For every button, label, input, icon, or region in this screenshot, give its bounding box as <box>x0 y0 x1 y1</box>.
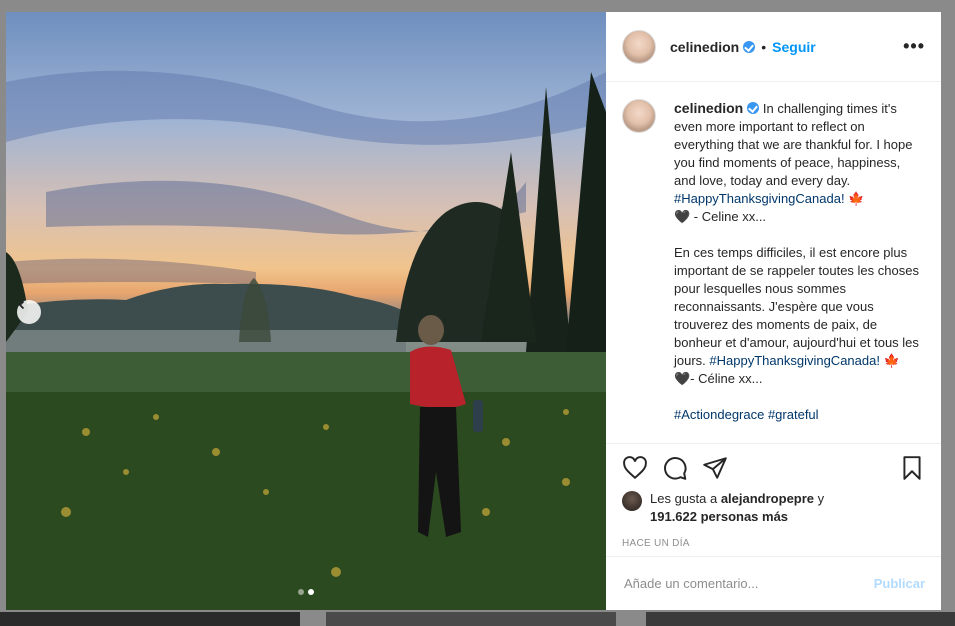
carousel-indicator <box>298 589 314 595</box>
share-icon[interactable] <box>702 455 728 481</box>
caption-text: celinedion In challenging times it's eve… <box>674 99 919 424</box>
verified-icon <box>743 40 756 53</box>
chevron-left-icon <box>18 300 25 310</box>
separator-dot: • <box>761 38 767 55</box>
carousel-dot <box>298 589 304 595</box>
bookmark-icon[interactable] <box>899 455 925 481</box>
actions-section: Les gusta a alejandropepre y 191.622 per… <box>606 443 941 549</box>
likes-summary: Les gusta a alejandropepre y 191.622 per… <box>606 482 941 526</box>
hashtag-link[interactable]: #HappyThanksgivingCanada! <box>674 191 845 206</box>
caption: celinedion In challenging times it's eve… <box>622 99 925 424</box>
carousel-prev-button[interactable] <box>17 300 41 324</box>
comment-icon[interactable] <box>662 455 688 481</box>
likes-suffix: y <box>814 491 825 506</box>
liker-avatar[interactable] <box>622 491 642 511</box>
post-modal: celinedion • Seguir ••• celinedion In ch… <box>6 12 941 610</box>
post-sidebar: celinedion • Seguir ••• celinedion In ch… <box>606 12 941 610</box>
author-username[interactable]: celinedion <box>670 39 739 55</box>
comments-section[interactable]: celinedion In challenging times it's eve… <box>606 83 941 443</box>
verified-icon <box>747 102 760 114</box>
caption-avatar[interactable] <box>622 99 656 133</box>
post-header: celinedion • Seguir ••• <box>606 12 941 82</box>
liker-username[interactable]: alejandropepre <box>721 491 814 506</box>
action-bar <box>606 444 941 482</box>
avatar[interactable] <box>622 29 656 64</box>
hashtag-link[interactable]: #HappyThanksgivingCanada! <box>709 353 880 368</box>
caption-text-fr: En ces temps difficiles, il est encore p… <box>674 245 919 368</box>
comment-bar: Publicar <box>606 556 941 610</box>
caption-signoff-en: 🖤 - Celine xx... <box>674 209 767 224</box>
caption-username[interactable]: celinedion <box>674 100 743 116</box>
follow-button[interactable]: Seguir <box>772 39 816 55</box>
thumbnail[interactable] <box>0 612 300 626</box>
carousel-dot-active <box>308 589 314 595</box>
background-thumbnails <box>0 612 955 626</box>
likes-count[interactable]: 191.622 personas más <box>650 509 788 524</box>
maple-leaf-emoji: 🍁 <box>844 191 865 206</box>
post-timestamp[interactable]: HACE UN DÍA <box>606 526 941 549</box>
landscape-illustration <box>6 70 606 610</box>
thumbnail[interactable] <box>326 612 616 626</box>
likes-text: Les gusta a alejandropepre y 191.622 per… <box>650 490 824 526</box>
hashtag-links[interactable]: #Actiondegrace #grateful <box>674 407 819 422</box>
thumbnail[interactable] <box>646 612 955 626</box>
more-options-icon[interactable]: ••• <box>903 36 925 57</box>
publish-button[interactable]: Publicar <box>874 576 925 591</box>
post-photo[interactable] <box>6 12 606 610</box>
comment-input[interactable] <box>622 575 874 592</box>
heart-icon[interactable] <box>622 455 648 481</box>
likes-prefix: Les gusta a <box>650 491 721 506</box>
